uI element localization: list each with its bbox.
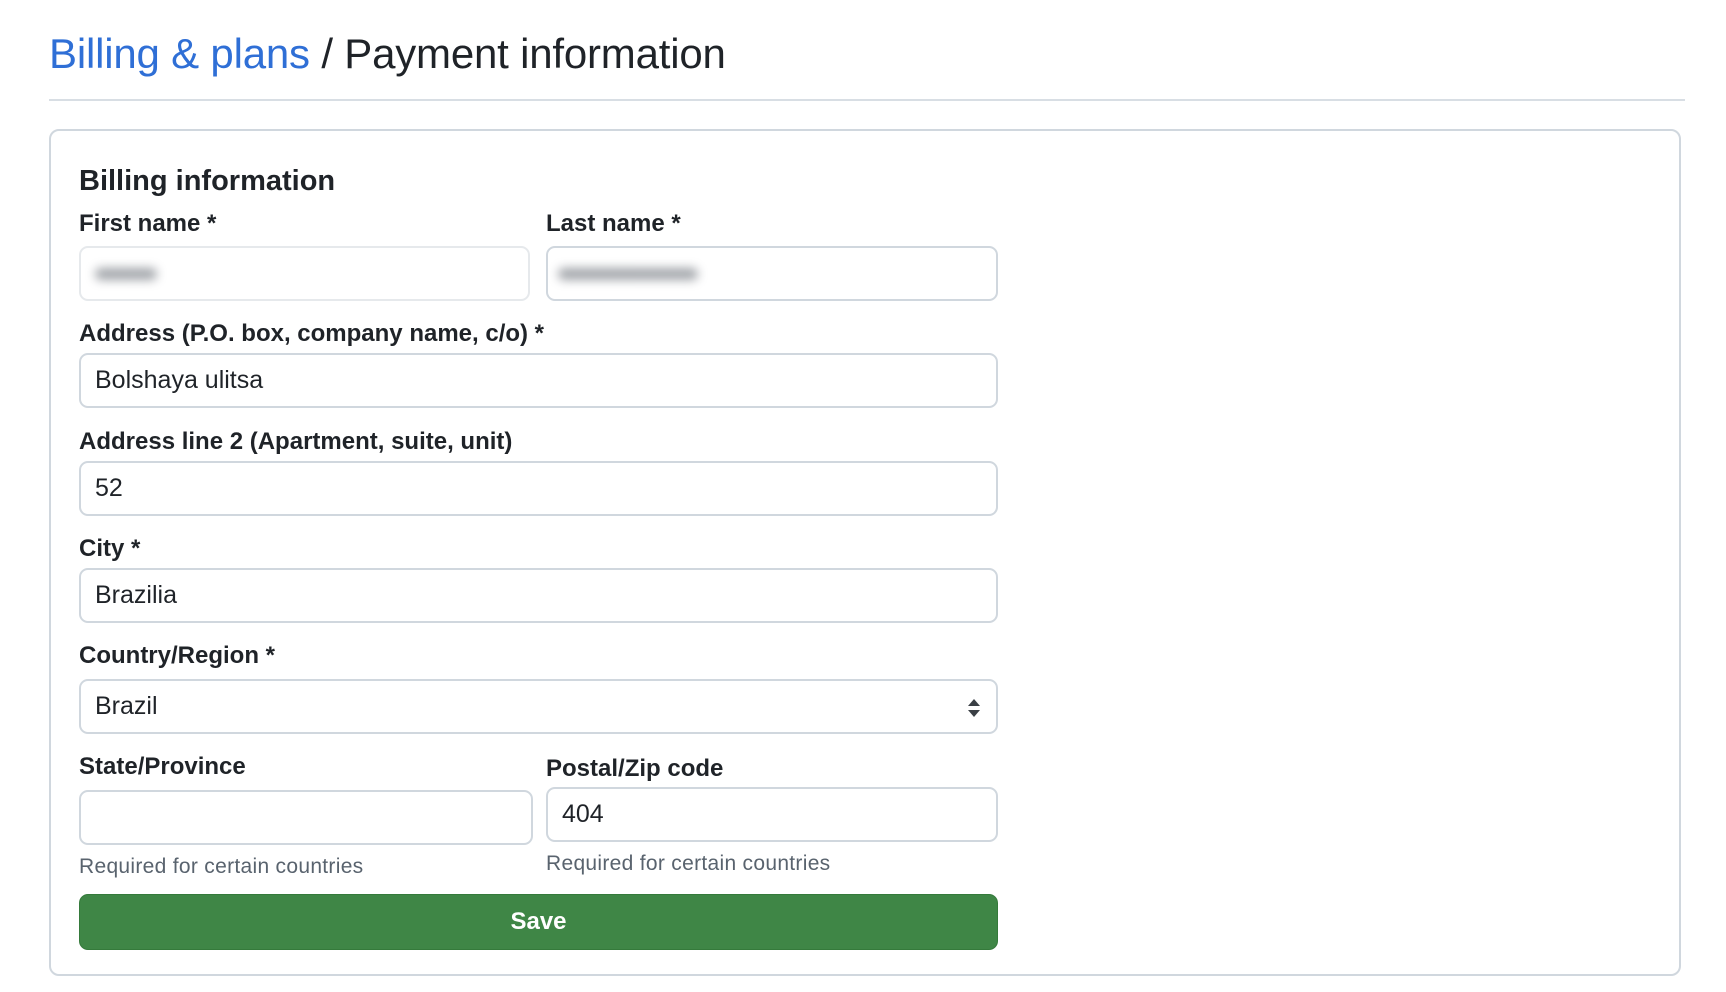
breadcrumb-link-billing-plans[interactable]: Billing & plans bbox=[49, 30, 310, 77]
breadcrumb-separator: / bbox=[321, 30, 333, 77]
postal-zip-label: Postal/Zip code bbox=[546, 755, 724, 782]
address-line-2-label: Address line 2 (Apartment, suite, unit) bbox=[79, 428, 513, 455]
city-input[interactable]: Brazilia bbox=[79, 568, 998, 623]
postal-zip-input[interactable]: 404 bbox=[546, 787, 998, 842]
address-label: Address (P.O. box, company name, c/o) * bbox=[79, 320, 545, 347]
state-province-input[interactable] bbox=[79, 790, 533, 845]
address-value: Bolshaya ulitsa bbox=[95, 366, 264, 394]
billing-page: Billing & plans / Payment information Bi… bbox=[0, 0, 1726, 992]
last-name-input[interactable] bbox=[546, 246, 998, 301]
section-title: Billing information bbox=[79, 165, 336, 197]
state-province-label: State/Province bbox=[79, 753, 246, 780]
address-line-2-value: 52 bbox=[95, 474, 123, 502]
first-name-label: First name * bbox=[79, 210, 217, 237]
address-input[interactable]: Bolshaya ulitsa bbox=[79, 353, 998, 408]
header-divider bbox=[49, 99, 1685, 101]
save-button[interactable]: Save bbox=[79, 894, 998, 950]
state-province-hint: Required for certain countries bbox=[79, 855, 364, 878]
city-label: City * bbox=[79, 535, 141, 562]
address-line-2-input[interactable]: 52 bbox=[79, 461, 998, 516]
country-region-value: Brazil bbox=[95, 692, 158, 720]
breadcrumb: Billing & plans / Payment information bbox=[49, 24, 726, 84]
redacted-text bbox=[95, 268, 157, 280]
postal-zip-hint: Required for certain countries bbox=[546, 852, 831, 875]
redacted-text bbox=[558, 268, 698, 280]
country-region-select[interactable]: Brazil bbox=[79, 679, 998, 734]
postal-zip-value: 404 bbox=[562, 800, 604, 828]
last-name-label: Last name * bbox=[546, 210, 681, 237]
city-value: Brazilia bbox=[95, 581, 177, 609]
page-title: Payment information bbox=[344, 30, 726, 77]
select-arrows-icon bbox=[968, 699, 980, 717]
first-name-input[interactable] bbox=[79, 246, 530, 301]
country-region-label: Country/Region * bbox=[79, 642, 275, 669]
